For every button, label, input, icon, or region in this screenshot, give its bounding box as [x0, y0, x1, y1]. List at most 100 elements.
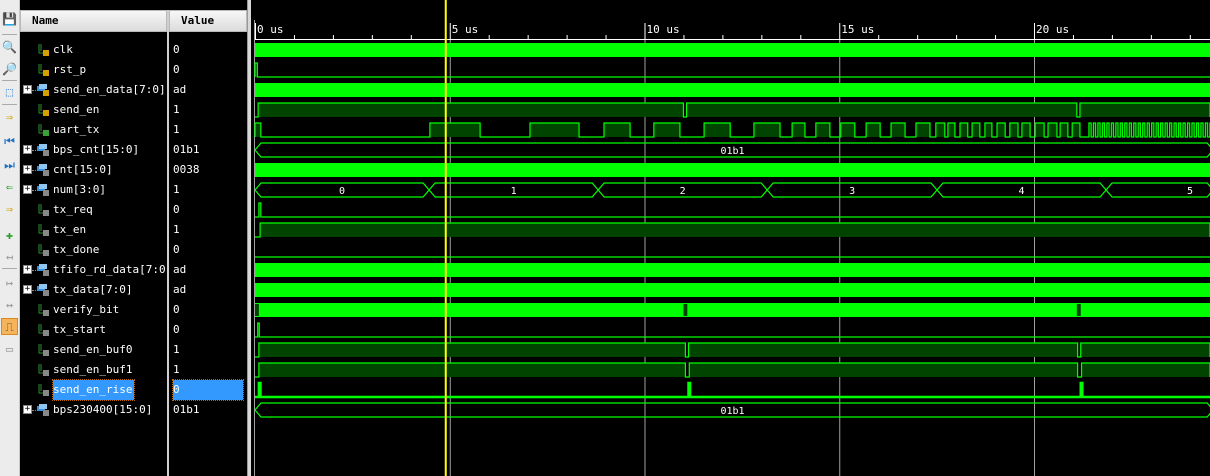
high-level-fill	[255, 123, 261, 137]
dense-transitions-band	[255, 263, 1210, 277]
bit-signal-icon	[38, 124, 49, 136]
dense-transitions-band	[255, 303, 1210, 317]
signal-name: send_en_buf1	[53, 363, 133, 376]
signal-row[interactable]: send_en_buf0	[20, 340, 167, 360]
signal-value: 1	[173, 343, 180, 356]
bus-value-segment	[1105, 182, 1210, 198]
swap-cursors-button[interactable]: ↔	[1, 296, 18, 313]
signal-value: 0	[173, 43, 180, 56]
dense-transitions-band	[255, 283, 1210, 297]
go-to-end-icon: ⏭	[4, 157, 15, 172]
signal-value-row[interactable]: 1	[169, 100, 247, 120]
signal-row[interactable]: send_en	[20, 100, 167, 120]
goto-cursor-button[interactable]: ⇒	[1, 108, 18, 125]
next-marker-button[interactable]: ↦	[1, 274, 18, 291]
signal-name: bps230400[15:0]	[53, 403, 153, 416]
go-to-start-button[interactable]: ⏮	[1, 132, 18, 149]
name-column-header[interactable]: Name	[20, 10, 167, 32]
high-level-fill	[1009, 123, 1019, 137]
dense-transitions-band	[255, 43, 1210, 57]
bit-waveform-line	[255, 381, 1210, 399]
signal-value-row[interactable]: 0038	[169, 160, 247, 180]
signal-row[interactable]: tx_start	[20, 320, 167, 340]
signal-row[interactable]: + tfifo_rd_data[7:0]	[20, 260, 172, 280]
signal-value-row[interactable]: ad	[169, 80, 247, 100]
signal-value: ad	[173, 83, 187, 96]
high-level-fill	[260, 223, 1210, 237]
expand-bus-button[interactable]: +	[23, 165, 32, 174]
signal-value-row[interactable]: 0	[169, 40, 247, 60]
high-level-fill	[840, 123, 855, 137]
previous-transition-button[interactable]: ⇐	[1, 178, 18, 195]
signal-row[interactable]: send_en_rise	[20, 379, 167, 401]
signal-value-row[interactable]: 0	[169, 300, 247, 320]
signal-value-row[interactable]: 01b1	[169, 140, 247, 160]
expand-bus-button[interactable]: +	[23, 265, 32, 274]
signal-value-row[interactable]: 0	[169, 320, 247, 340]
signal-row[interactable]: + bps230400[15:0]	[20, 400, 167, 420]
next-transition-button[interactable]: ⇒	[1, 200, 18, 217]
signal-value-row[interactable]: 1	[169, 180, 247, 200]
bus-value-label: 3	[849, 186, 855, 197]
high-level-fill	[1081, 363, 1210, 377]
signal-row[interactable]: clk	[20, 40, 167, 60]
high-level-fill	[686, 103, 1077, 117]
signal-row[interactable]: + send_en_data[7:0]	[20, 80, 167, 100]
signal-name: uart_tx	[53, 123, 100, 136]
go-to-end-button[interactable]: ⏭	[1, 156, 18, 173]
bit-signal-icon	[38, 304, 49, 316]
bus-value-label: 1	[511, 186, 517, 197]
signal-row[interactable]: verify_bit	[20, 300, 167, 320]
signal-row[interactable]: send_en_buf1	[20, 360, 167, 380]
expand-bus-button[interactable]: +	[23, 85, 32, 94]
signal-value-row[interactable]: 1	[169, 360, 247, 380]
signal-row[interactable]: + num[3:0]	[20, 180, 167, 200]
signal-row[interactable]: tx_en	[20, 220, 167, 240]
signal-row[interactable]: + cnt[15:0]	[20, 160, 167, 180]
signal-row[interactable]: uart_tx	[20, 120, 167, 140]
bit-signal-icon	[38, 64, 49, 76]
bit-signal-icon	[38, 104, 49, 116]
signal-value-row[interactable]: ad	[169, 280, 247, 300]
signal-value: 0	[173, 203, 180, 216]
value-column-header[interactable]: Value	[169, 10, 247, 32]
signal-value-row[interactable]: 1	[169, 340, 247, 360]
signal-name: send_en_buf0	[53, 343, 133, 356]
signal-value-row[interactable]: 0	[169, 200, 247, 220]
signal-value-row[interactable]: 1	[169, 120, 247, 140]
zoom-in-button[interactable]: 🔍	[1, 38, 18, 55]
zoom-out-button[interactable]: 🔎	[1, 60, 18, 77]
signal-row[interactable]: rst_p	[20, 60, 167, 80]
signal-row[interactable]: + bps_cnt[15:0]	[20, 140, 167, 160]
save-button[interactable]: 💾	[1, 10, 18, 27]
signal-value-row[interactable]: 01b1	[169, 400, 247, 420]
high-level-fill	[959, 123, 968, 137]
signal-value-row[interactable]: ad	[169, 260, 247, 280]
low-glitch-mark	[1076, 304, 1081, 316]
expand-bus-button[interactable]: +	[23, 145, 32, 154]
waveform-canvas[interactable]: 0 us 5 us 10 us 15 us 20 us 01b1 0 1 2 3 4 5 01b1	[251, 0, 1210, 476]
signal-row[interactable]: tx_req	[20, 200, 167, 220]
add-marker-button[interactable]: ✚	[1, 226, 18, 243]
signal-row[interactable]: + tx_data[7:0]	[20, 280, 167, 300]
waveform-tx-data	[255, 283, 1210, 297]
snap-to-transition-button[interactable]: ⎍	[1, 318, 18, 335]
signal-name: clk	[53, 43, 73, 56]
signal-row[interactable]: tx_done	[20, 240, 167, 260]
signal-value-row[interactable]: 0	[169, 240, 247, 260]
previous-marker-button[interactable]: ↤	[1, 248, 18, 265]
signal-value-row[interactable]: 1	[169, 220, 247, 240]
expand-bus-button[interactable]: +	[23, 405, 32, 414]
bit-signal-icon	[38, 204, 49, 216]
previous-marker-icon: ↤	[5, 249, 14, 264]
time-axis-label: 5 us	[452, 23, 479, 36]
signal-value-row[interactable]: 0	[169, 60, 247, 80]
ruler-button[interactable]: ▭	[1, 340, 18, 357]
high-level-fill	[429, 123, 481, 137]
zoom-fit-icon: ⬚	[5, 84, 14, 99]
expand-bus-button[interactable]: +	[23, 285, 32, 294]
signal-value-row[interactable]: 0	[169, 379, 247, 401]
signal-name: bps_cnt[15:0]	[53, 143, 140, 156]
zoom-fit-button[interactable]: ⬚	[1, 83, 18, 100]
expand-bus-button[interactable]: +	[23, 185, 32, 194]
